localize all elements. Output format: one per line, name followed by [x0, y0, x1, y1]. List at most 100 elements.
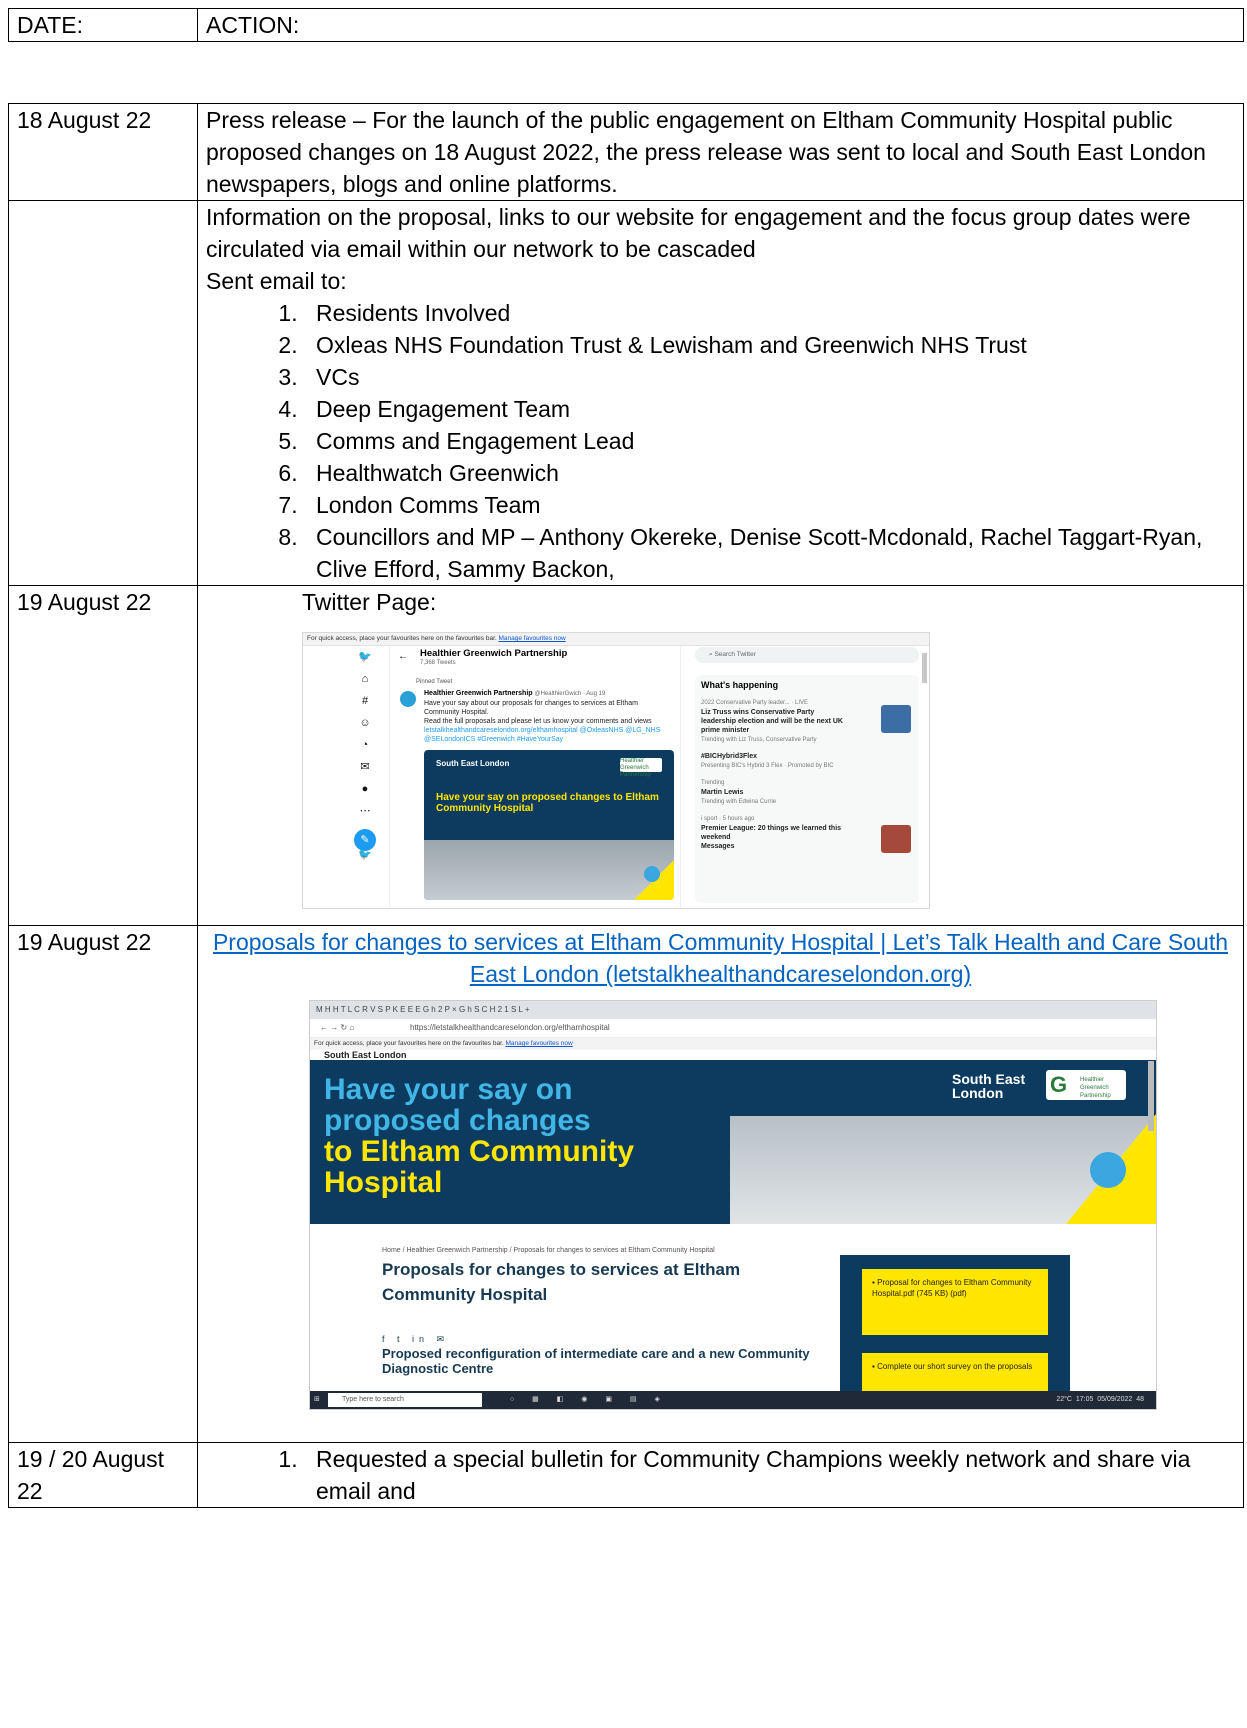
- trend-meta: i sport · 5 hours ago: [701, 816, 755, 822]
- card-partner-logo: Healthier Greenwich Partnership: [620, 758, 662, 778]
- profile-icon[interactable]: ●: [353, 784, 377, 807]
- explore-icon[interactable]: #: [353, 696, 377, 719]
- manage-favourites-link[interactable]: Manage favourites now: [499, 635, 566, 642]
- twitter-bird-icon[interactable]: 🐦: [353, 652, 377, 675]
- trend-title: #BICHybrid3Flex: [701, 753, 758, 760]
- hero-line: Hospital: [324, 1166, 443, 1199]
- twitter-screenshot: For quick access, place your favourites …: [302, 632, 930, 909]
- more-icon[interactable]: ⋯: [353, 806, 377, 829]
- subheading: Proposed reconfiguration of intermediate…: [382, 1346, 810, 1376]
- list-item: Councillors and MP – Anthony Okereke, De…: [304, 521, 1235, 585]
- row-date: 18 August 22: [8, 103, 198, 201]
- tweet-author: Healthier Greenwich Partnership: [424, 690, 533, 697]
- trend-title: Liz Truss wins Conservative Party leader…: [701, 709, 843, 734]
- profile-name: Healthier Greenwich Partnership: [420, 648, 568, 659]
- hgp-logo-text: Healthier Greenwich Partnership: [1080, 1077, 1111, 1099]
- list-item: Residents Involved: [304, 297, 1235, 329]
- table-row: 19 / 20 August 22 Requested a special bu…: [8, 1442, 1244, 1508]
- survey-link-label: Complete our short survey on the proposa…: [877, 1362, 1033, 1371]
- search-placeholder: Search Twitter: [714, 651, 756, 658]
- favourites-bar: For quick access, place your favourites …: [310, 1038, 1156, 1050]
- hero-line: proposed changes: [324, 1104, 591, 1137]
- system-tray: 22°C 17:05 05/09/2022 48: [1056, 1391, 1144, 1409]
- twitter-timeline: ← Healthier Greenwich Partnership 7,368 …: [389, 646, 681, 908]
- pdf-link-label: Proposal for changes to Eltham Community…: [872, 1278, 1032, 1298]
- trend-thumbnail: [881, 705, 911, 733]
- header-table: DATE: ACTION:: [8, 8, 1244, 42]
- website-link[interactable]: Proposals for changes to services at Elt…: [213, 929, 1228, 987]
- trend-meta: 2022 Conservative Party leader... · LIVE: [701, 700, 809, 706]
- action-header: ACTION:: [197, 8, 1244, 42]
- table-row: Information on the proposal, links to ou…: [8, 200, 1244, 586]
- recipient-list: Residents Involved Oxleas NHS Foundation…: [206, 297, 1235, 585]
- favourites-text: For quick access, place your favourites …: [307, 635, 497, 642]
- clock-date[interactable]: 05/09/2022: [1097, 1396, 1132, 1403]
- sent-label: Sent email to:: [206, 268, 347, 294]
- page-title: Proposals for changes to services at Elt…: [382, 1260, 741, 1304]
- documents-panel: ▪ Proposal for changes to Eltham Communi…: [840, 1255, 1070, 1409]
- taskbar-search-input[interactable]: Type here to search: [328, 1393, 482, 1407]
- clock-time[interactable]: 17:05: [1076, 1396, 1094, 1403]
- browser-tab-strip[interactable]: M H H T L C R V S P K E E E G h 2 P × G …: [310, 1001, 1156, 1019]
- tweet-count: 7,368 Tweets: [420, 660, 456, 666]
- pinned-label: Pinned Tweet: [416, 679, 453, 685]
- notification-badge[interactable]: 48: [1136, 1396, 1144, 1403]
- whats-happening-panel: What's happening 2022 Conservative Party…: [695, 675, 919, 903]
- tweet-image-card[interactable]: South East London Healthier Greenwich Pa…: [424, 750, 674, 900]
- tweet-text: Read the full proposals and please let u…: [424, 718, 652, 725]
- bulletin-list: Requested a special bulletin for Communi…: [206, 1443, 1235, 1507]
- tweet-button[interactable]: ✎: [353, 829, 377, 851]
- trend-sub: Trending with Liz Truss, Conservative Pa…: [701, 737, 817, 743]
- row-date: 19 August 22: [8, 585, 198, 926]
- list-item: VCs: [304, 361, 1235, 393]
- trend-title: Premier League: 20 things we learned thi…: [701, 825, 842, 841]
- account-icon[interactable]: 🐦: [353, 850, 377, 873]
- url-field[interactable]: https://letstalkhealthandcareselondon.or…: [410, 1019, 610, 1037]
- trend-sub: Trending with Edwina Currie: [701, 799, 777, 805]
- row-action: Requested a special bulletin for Communi…: [197, 1442, 1244, 1508]
- row-action: Proposals for changes to services at Elt…: [197, 925, 1244, 1443]
- tweet-handle: @HealthierGwich · Aug 19: [534, 691, 606, 697]
- card-brand: South East London: [436, 759, 510, 768]
- trend-sub: Presenting BIC's Hybrid 3 Flex · Promote…: [701, 763, 834, 769]
- taskbar-search-placeholder: Type here to search: [342, 1396, 404, 1403]
- avatar: [400, 691, 416, 707]
- hero-banner: Have your say on proposed changes to Elt…: [310, 1060, 1156, 1224]
- scrollbar[interactable]: [1148, 1061, 1154, 1131]
- row-action: Press release – For the launch of the pu…: [197, 103, 1244, 201]
- weather-temp[interactable]: 22°C: [1056, 1396, 1072, 1403]
- trend-title: Martin Lewis: [701, 789, 744, 796]
- back-arrow-icon[interactable]: ←: [398, 652, 408, 662]
- scrollbar[interactable]: [922, 653, 927, 683]
- trend-item[interactable]: Trending Martin Lewis Trending with Edwi…: [701, 778, 913, 807]
- messages-icon[interactable]: ✉: [353, 762, 377, 785]
- trend-thumbnail: [881, 825, 911, 853]
- row-date: 19 / 20 August 22: [8, 1442, 198, 1508]
- trend-item[interactable]: #BICHybrid3Flex Presenting BIC's Hybrid …: [701, 752, 913, 771]
- manage-favourites-link[interactable]: Manage favourites now: [506, 1040, 573, 1047]
- windows-start-icon[interactable]: ⊞: [314, 1391, 320, 1409]
- list-item: Oxleas NHS Foundation Trust & Lewisham a…: [304, 329, 1235, 361]
- browser-nav-icons[interactable]: ← → ↻ ⌂: [320, 1019, 354, 1037]
- website-screenshot: M H H T L C R V S P K E E E G h 2 P × G …: [309, 1000, 1157, 1410]
- sel-logo: South East London: [952, 1071, 1026, 1101]
- row-date: 19 August 22: [8, 925, 198, 1443]
- site-header: South East London: [324, 1050, 407, 1060]
- home-icon[interactable]: ⌂: [353, 674, 377, 697]
- notifications-icon[interactable]: ◔: [353, 740, 377, 763]
- favourites-bar: For quick access, place your favourites …: [303, 633, 929, 646]
- pinned-tweet[interactable]: Healthier Greenwich Partnership @Healthi…: [390, 687, 680, 744]
- twitter-sidebar: ⌕ Search Twitter What's happening 2022 C…: [695, 647, 919, 903]
- blue-dot-shape: [644, 866, 660, 882]
- pdf-download-button[interactable]: ▪ Proposal for changes to Eltham Communi…: [862, 1269, 1048, 1335]
- trend-meta: Trending: [701, 780, 725, 786]
- row-action: Twitter Page: For quick access, place yo…: [197, 585, 1244, 926]
- search-input[interactable]: ⌕ Search Twitter: [695, 647, 919, 663]
- tweet-links[interactable]: letstalkhealthandcareselondon.org/eltham…: [424, 726, 672, 744]
- address-bar: ← → ↻ ⌂ https://letstalkhealthandcaresel…: [310, 1019, 1156, 1038]
- twitter-label: Twitter Page:: [302, 589, 437, 615]
- communities-icon[interactable]: ☺: [353, 718, 377, 741]
- blue-dot-shape: [1090, 1152, 1126, 1188]
- hero-line: Have your say on: [324, 1073, 573, 1106]
- taskbar-app-icons[interactable]: ○ ▦ ◧ ◉ ▣ ▤ ◈: [510, 1391, 668, 1409]
